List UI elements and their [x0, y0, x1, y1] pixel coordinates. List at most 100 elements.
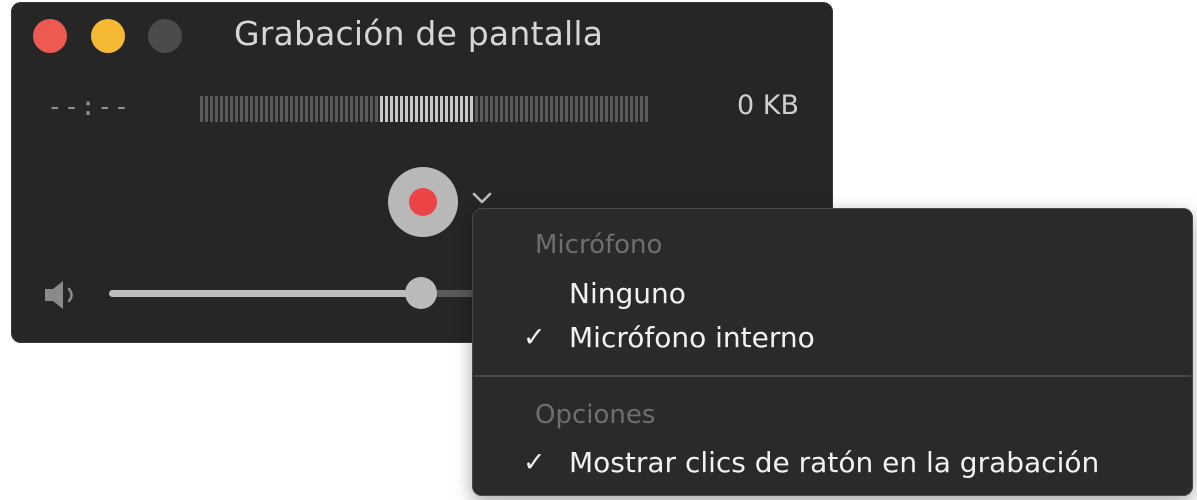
level-meter-tick — [420, 96, 423, 122]
level-meter-tick — [380, 96, 383, 122]
level-meter-tick — [375, 96, 378, 122]
level-meter-tick — [605, 96, 608, 122]
volume-slider-knob[interactable] — [405, 277, 437, 309]
record-icon — [409, 188, 437, 216]
level-meter-tick — [625, 96, 628, 122]
level-meter-tick — [455, 96, 458, 122]
menu-item-none[interactable]: Ninguno — [472, 274, 1193, 318]
zoom-window-button[interactable] — [148, 19, 182, 53]
level-meter-tick — [335, 96, 338, 122]
level-meter-tick — [630, 96, 633, 122]
record-button[interactable] — [388, 167, 458, 237]
level-meter-tick — [425, 96, 428, 122]
level-meter-tick — [270, 96, 273, 122]
level-meter-tick — [260, 96, 263, 122]
level-meter-tick — [350, 96, 353, 122]
audio-level-meter — [200, 96, 648, 122]
level-meter-tick — [405, 96, 408, 122]
recording-options-menu: Micrófono Ninguno ✓ Micrófono interno Op… — [472, 208, 1193, 496]
level-meter-tick — [530, 96, 533, 122]
level-meter-tick — [385, 96, 388, 122]
checkmark-icon: ✓ — [523, 322, 546, 353]
level-meter-tick — [410, 96, 413, 122]
menu-item-internal-microphone[interactable]: ✓ Micrófono interno — [472, 318, 1193, 362]
level-meter-tick — [505, 96, 508, 122]
level-meter-tick — [555, 96, 558, 122]
level-meter-tick — [415, 96, 418, 122]
level-meter-tick — [280, 96, 283, 122]
level-meter-tick — [475, 96, 478, 122]
level-meter-tick — [250, 96, 253, 122]
level-meter-tick — [220, 96, 223, 122]
level-meter-tick — [480, 96, 483, 122]
level-meter-tick — [200, 96, 203, 122]
level-meter-tick — [225, 96, 228, 122]
level-meter-tick — [450, 96, 453, 122]
level-meter-tick — [445, 96, 448, 122]
level-meter-tick — [355, 96, 358, 122]
speaker-icon — [45, 281, 73, 309]
level-meter-tick — [365, 96, 368, 122]
level-meter-tick — [465, 96, 468, 122]
close-window-button[interactable] — [33, 19, 67, 53]
file-size: 0 KB — [737, 90, 799, 121]
level-meter-tick — [620, 96, 623, 122]
level-meter-tick — [535, 96, 538, 122]
level-meter-tick — [500, 96, 503, 122]
level-meter-tick — [395, 96, 398, 122]
level-meter-tick — [460, 96, 463, 122]
level-meter-tick — [400, 96, 403, 122]
level-meter-tick — [545, 96, 548, 122]
elapsed-time: --:-- — [47, 92, 131, 122]
menu-header-microphone: Micrófono — [535, 230, 663, 260]
level-meter-tick — [285, 96, 288, 122]
level-meter-tick — [645, 96, 648, 122]
menu-item-show-mouse-clicks[interactable]: ✓ Mostrar clics de ratón en la grabación — [472, 443, 1193, 487]
level-meter-tick — [330, 96, 333, 122]
level-meter-tick — [430, 96, 433, 122]
level-meter-tick — [290, 96, 293, 122]
level-meter-tick — [315, 96, 318, 122]
menu-item-label: Ninguno — [569, 277, 686, 310]
level-meter-tick — [485, 96, 488, 122]
level-meter-tick — [205, 96, 208, 122]
level-meter-tick — [590, 96, 593, 122]
level-meter-tick — [370, 96, 373, 122]
volume-slider-fill — [109, 290, 421, 297]
minimize-window-button[interactable] — [91, 19, 125, 53]
level-meter-tick — [495, 96, 498, 122]
menu-item-label: Micrófono interno — [569, 321, 815, 354]
level-meter-tick — [600, 96, 603, 122]
level-meter-tick — [295, 96, 298, 122]
checkmark-icon: ✓ — [523, 447, 546, 478]
level-meter-tick — [525, 96, 528, 122]
level-meter-tick — [360, 96, 363, 122]
level-meter-tick — [345, 96, 348, 122]
level-meter-tick — [340, 96, 343, 122]
level-meter-tick — [470, 96, 473, 122]
level-meter-tick — [560, 96, 563, 122]
level-meter-tick — [390, 96, 393, 122]
level-meter-tick — [255, 96, 258, 122]
window-title: Grabación de pantalla — [234, 14, 604, 53]
level-meter-tick — [435, 96, 438, 122]
level-meter-tick — [615, 96, 618, 122]
level-meter-tick — [320, 96, 323, 122]
level-meter-tick — [265, 96, 268, 122]
level-meter-tick — [305, 96, 308, 122]
level-meter-tick — [520, 96, 523, 122]
level-meter-tick — [570, 96, 573, 122]
level-meter-tick — [580, 96, 583, 122]
level-meter-tick — [235, 96, 238, 122]
level-meter-tick — [595, 96, 598, 122]
level-meter-tick — [210, 96, 213, 122]
level-meter-tick — [510, 96, 513, 122]
level-meter-tick — [540, 96, 543, 122]
chevron-down-icon[interactable] — [470, 188, 494, 208]
level-meter-tick — [550, 96, 553, 122]
level-meter-tick — [215, 96, 218, 122]
volume-slider[interactable] — [109, 274, 509, 314]
level-meter-tick — [585, 96, 588, 122]
level-meter-tick — [610, 96, 613, 122]
page: Grabación de pantalla --:-- 0 KB Micrófo… — [0, 0, 1197, 500]
